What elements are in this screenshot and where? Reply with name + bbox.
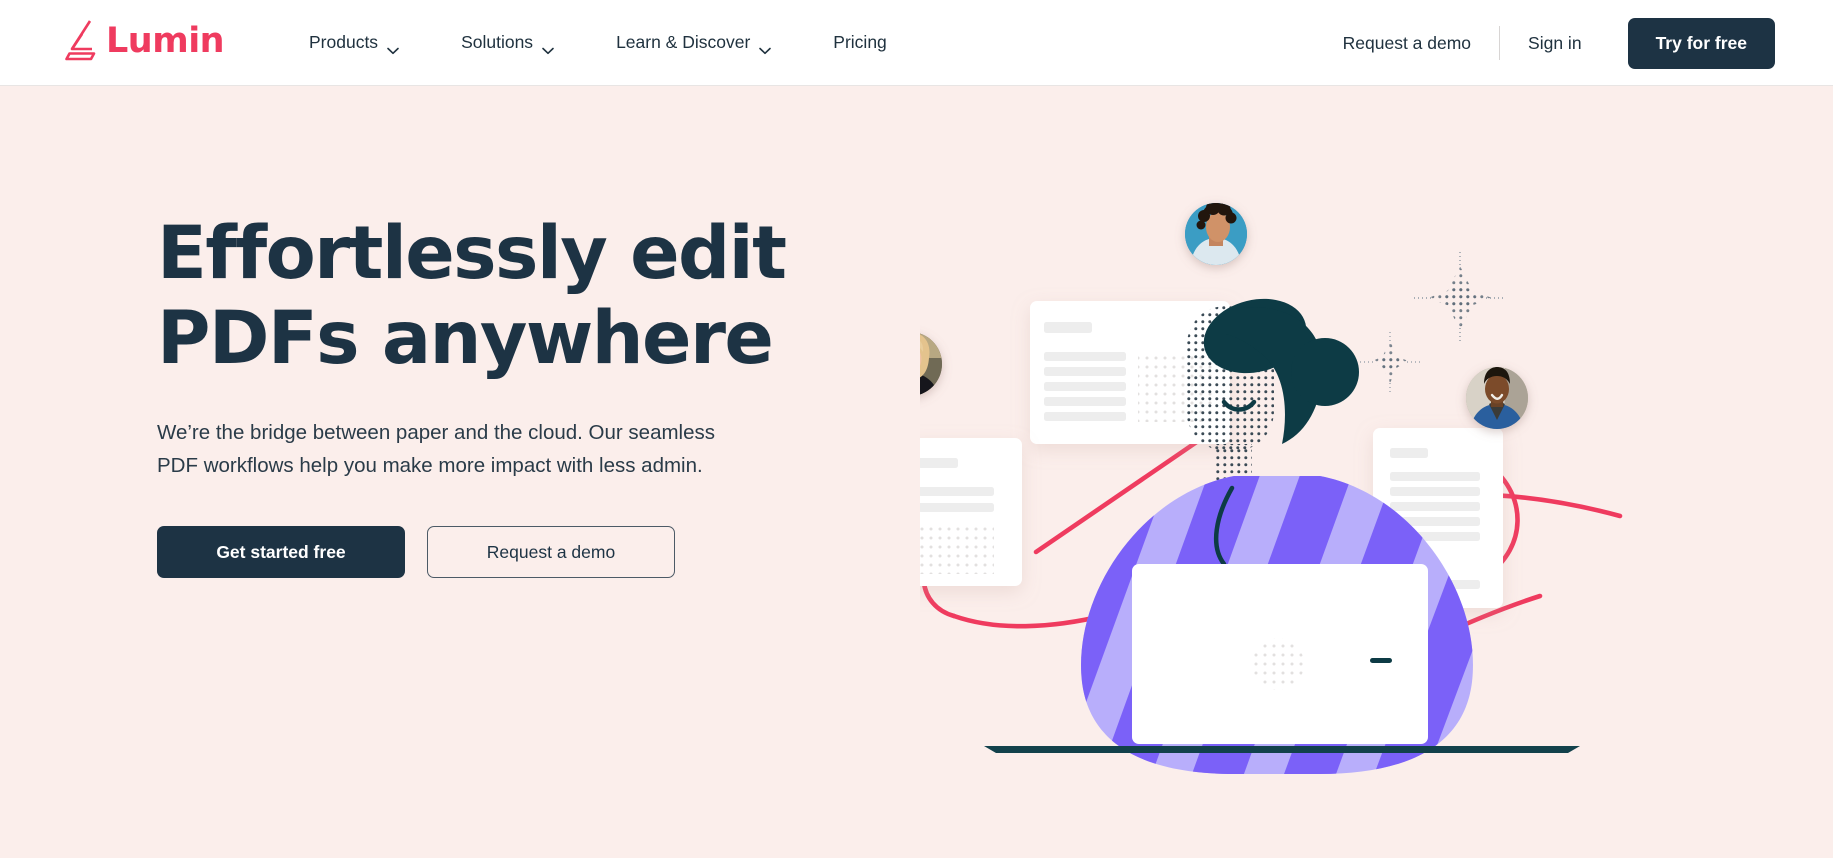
nav-actions: Request a demo Sign in Try for free (1321, 0, 1775, 86)
avatar-top (1185, 203, 1247, 265)
primary-nav: Products Solutions Learn & Discover Pric… (278, 0, 918, 86)
request-a-demo-button[interactable]: Request a demo (427, 526, 675, 579)
lumin-logo-mark-icon (64, 18, 102, 64)
nav-item-pricing-label: Pricing (833, 32, 887, 53)
laptop (1132, 564, 1428, 744)
sign-in-link[interactable]: Sign in (1506, 33, 1604, 54)
nav-item-solutions[interactable]: Solutions (430, 0, 585, 86)
nav-divider (1499, 26, 1501, 60)
nav-item-pricing[interactable]: Pricing (802, 0, 918, 86)
brand-name: Lumin (106, 20, 225, 61)
nav-item-learn-discover[interactable]: Learn & Discover (585, 0, 802, 86)
document-card-left (920, 438, 1022, 586)
avatar-left (920, 332, 942, 396)
top-navigation-bar: Lumin Products Solutions Learn & Discove… (0, 0, 1833, 86)
hero-illustration (920, 176, 1710, 816)
try-for-free-button[interactable]: Try for free (1627, 17, 1775, 69)
nav-item-solutions-label: Solutions (461, 32, 534, 53)
chevron-down-icon (387, 39, 399, 55)
hero-title-line-1: Effortlessly edit (157, 211, 787, 296)
hero-section: Effortlessly edit PDFs anywhere We’re th… (0, 86, 1833, 858)
get-started-free-button[interactable]: Get started free (157, 526, 405, 579)
request-demo-link[interactable]: Request a demo (1321, 33, 1493, 54)
hero-title-line-2: PDFs anywhere (157, 296, 774, 382)
avatar-right (1466, 367, 1528, 429)
sparkle-large-icon (1414, 252, 1506, 344)
page-title: Effortlessly edit PDFs anywhere (157, 211, 877, 382)
hero-subtitle: We’re the bridge between paper and the c… (157, 420, 716, 478)
brand-logo-link[interactable]: Lumin (64, 18, 225, 64)
nav-item-products-label: Products (309, 32, 379, 53)
chevron-down-icon (759, 39, 772, 55)
chevron-down-icon (542, 39, 554, 55)
desk-surface (984, 746, 1580, 753)
nav-item-learn-discover-label: Learn & Discover (616, 32, 751, 53)
nav-item-products[interactable]: Products (278, 0, 430, 86)
hero-copy: Effortlessly edit PDFs anywhere We’re th… (157, 211, 877, 579)
sparkle-small-icon (1360, 332, 1420, 392)
hero-cta-group: Get started free Request a demo (157, 526, 877, 579)
